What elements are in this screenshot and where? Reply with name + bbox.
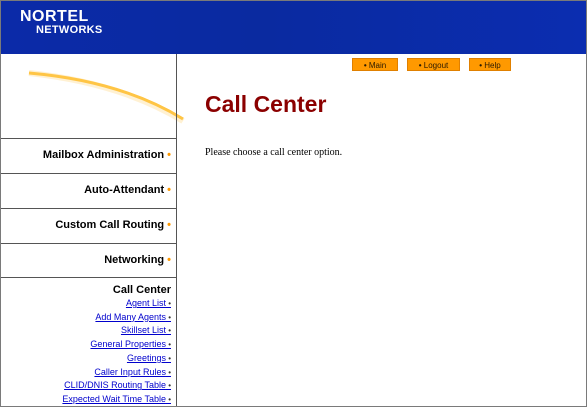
- bullet-icon: •: [167, 184, 171, 196]
- sidebar-item-label: Custom Call Routing: [55, 219, 165, 231]
- help-button-label: Help: [484, 61, 501, 70]
- link-label: Agent List: [125, 298, 166, 308]
- bullet-icon: •: [165, 340, 171, 350]
- sidebar-item-mailbox-administration[interactable]: Mailbox Administration •: [1, 138, 176, 173]
- bullet-icon: •: [167, 219, 171, 231]
- bullet-icon: •: [165, 299, 171, 308]
- bullet-icon: •: [167, 254, 171, 266]
- sidebar-item-networking[interactable]: Networking •: [1, 243, 176, 278]
- sidebar-link-skillset-list[interactable]: Skillset List •: [1, 324, 171, 338]
- bullet-icon: •: [165, 353, 171, 363]
- sidebar-link-general-properties[interactable]: General Properties •: [1, 338, 171, 352]
- link-label: Expected Wait Time Table: [62, 393, 166, 404]
- sidebar-item-label: Auto-Attendant: [84, 184, 165, 196]
- sidebar-item-auto-attendant[interactable]: Auto-Attendant •: [1, 173, 176, 208]
- logout-button-label: Logout: [423, 61, 449, 70]
- sidebar-link-agent-list[interactable]: Agent List •: [1, 297, 171, 311]
- link-label: Add Many Agents: [95, 311, 166, 322]
- header-bar: NORTEL NETWORKS: [1, 1, 586, 54]
- logout-button[interactable]: • Logout: [407, 58, 460, 71]
- instruction-text: Please choose a call center option.: [205, 147, 343, 158]
- nortel-logo: NORTEL NETWORKS: [20, 9, 103, 36]
- bullet-icon: •: [167, 149, 171, 161]
- sidebar-link-clid-dnis-routing-table[interactable]: CLID/DNIS Routing Table •: [1, 379, 171, 393]
- sidebar-item-custom-call-routing[interactable]: Custom Call Routing •: [1, 208, 176, 243]
- logo-line2: NETWORKS: [36, 24, 103, 36]
- logo-line1: NORTEL: [20, 8, 89, 25]
- help-button[interactable]: • Help: [469, 58, 511, 71]
- bullet-icon: •: [165, 367, 171, 377]
- bullet-icon: •: [165, 312, 171, 322]
- link-label: Caller Input Rules: [94, 366, 166, 377]
- page-title: Call Center: [205, 91, 327, 117]
- sidebar: Mailbox Administration • Auto-Attendant • …: [1, 54, 177, 406]
- browser-page: NORTEL NETWORKS • Main • Logout • Help M…: [0, 0, 587, 407]
- link-label: Greetings: [126, 352, 166, 363]
- sidebar-link-expected-wait-time-table[interactable]: Expected Wait Time Table •: [1, 393, 171, 406]
- main-button-label: Main: [368, 61, 387, 70]
- call-center-section: Call Center Agent List • Add Many Agents…: [1, 277, 176, 406]
- call-center-heading: Call Center: [112, 284, 171, 296]
- link-label: Skillset List: [120, 325, 166, 336]
- sidebar-link-add-many-agents[interactable]: Add Many Agents •: [1, 311, 171, 325]
- bullet-icon: •: [165, 326, 171, 336]
- sidebar-link-greetings[interactable]: Greetings •: [1, 352, 171, 366]
- main-button[interactable]: • Main: [352, 58, 398, 71]
- link-label: CLID/DNIS Routing Table: [64, 380, 166, 391]
- link-label: General Properties: [90, 339, 166, 350]
- bullet-icon: •: [165, 394, 171, 404]
- sidebar-item-label: Mailbox Administration: [42, 149, 165, 161]
- sidebar-item-label: Networking: [104, 254, 165, 266]
- bullet-icon: •: [165, 381, 171, 391]
- sidebar-link-caller-input-rules[interactable]: Caller Input Rules •: [1, 366, 171, 380]
